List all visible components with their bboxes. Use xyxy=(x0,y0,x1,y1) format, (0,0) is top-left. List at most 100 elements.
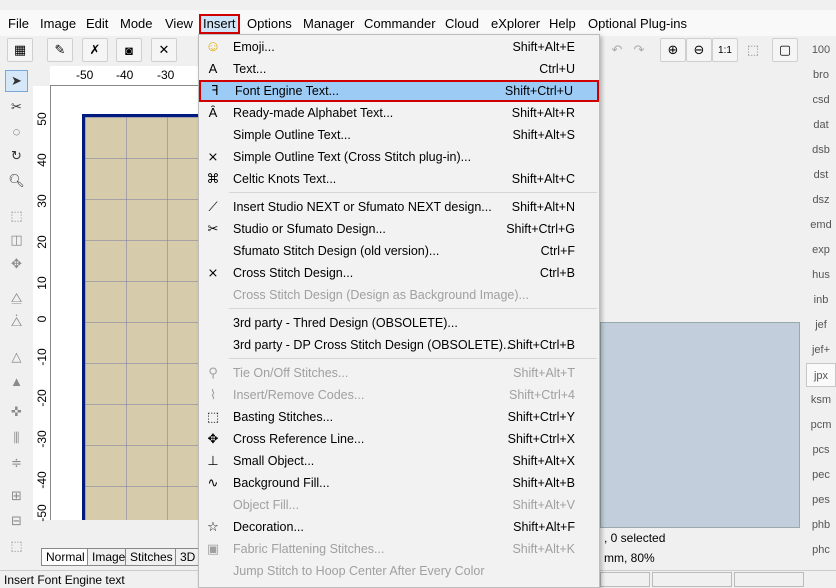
redo-icon[interactable]: ↷ xyxy=(626,38,652,62)
menu-item-insert-studio-next-or-sfumato-next-design[interactable]: ⟋ Insert Studio NEXT or Sfumato NEXT desi… xyxy=(199,196,599,218)
format-inb[interactable]: inb xyxy=(806,288,836,312)
menu-options[interactable]: Options xyxy=(246,14,293,34)
menu-item-cross-stitch-design-design-as-background-image[interactable]: Cross Stitch Design (Design as Backgroun… xyxy=(199,284,599,306)
format-dsz[interactable]: dsz xyxy=(806,188,836,212)
menu-item-text[interactable]: A Text... Ctrl+U xyxy=(199,58,599,80)
wand-cross-icon[interactable]: ✗ xyxy=(82,38,108,62)
menu-item-emoji[interactable]: ☺ Emoji... Shift+Alt+E xyxy=(199,36,599,58)
format-pcm[interactable]: pcm xyxy=(806,413,836,437)
ruler-label: 0 xyxy=(35,315,49,323)
wand-gray-icon[interactable]: ✕ xyxy=(151,38,177,62)
menu-item-cross-stitch-design[interactable]: ⨯ Cross Stitch Design... Ctrl+B xyxy=(199,262,599,284)
menu-item-insert-remove-codes[interactable]: ⌇ Insert/Remove Codes... Shift+Ctrl+4 xyxy=(199,384,599,406)
menu-commander[interactable]: Commander xyxy=(363,14,437,34)
menu-explorer[interactable]: eXplorer xyxy=(490,14,541,34)
menu-item-object-fill[interactable]: Object Fill... Shift+Alt+V xyxy=(199,494,599,516)
mirror-alt-icon[interactable]: ▲ xyxy=(5,370,28,392)
format-100[interactable]: 100 xyxy=(806,38,836,62)
camera-icon[interactable]: ◙ xyxy=(116,38,142,62)
menu-mode[interactable]: Mode xyxy=(119,14,154,34)
menu-item-small-object[interactable]: ⊥ Small Object... Shift+Alt+X xyxy=(199,450,599,472)
format-pcs[interactable]: pcs xyxy=(806,438,836,462)
hoop-view-icon[interactable]: ▢ xyxy=(772,38,798,62)
flip-horizontal-icon[interactable]: ⧋ xyxy=(5,287,28,309)
selection-info: , 0 selected xyxy=(600,528,800,548)
resize-icon[interactable]: ◫ xyxy=(5,229,28,251)
hoop-icon[interactable]: ▦ xyxy=(7,38,33,62)
format-exp[interactable]: exp xyxy=(806,238,836,262)
menu-item-celtic-knots-text[interactable]: ⌘ Celtic Knots Text... Shift+Alt+C xyxy=(199,168,599,190)
menu-optional-plugins[interactable]: Optional Plug-ins xyxy=(587,14,688,34)
flip-vertical-icon[interactable]: ⧊ xyxy=(5,311,28,333)
menu-item-3rd-party-dp-cross-stitch-design-obsolete[interactable]: 3rd party - DP Cross Stitch Design (OBSO… xyxy=(199,334,599,356)
magic-wand-icon[interactable]: ✎ xyxy=(47,38,73,62)
ungroup-icon[interactable]: ⊟ xyxy=(5,510,28,532)
menu-item-jump-stitch-to-hoop-center-after-every-color[interactable]: Jump Stitch to Hoop Center After Every C… xyxy=(199,560,599,582)
menu-item-tie-on-off-stitches[interactable]: ⚲ Tie On/Off Stitches... Shift+Alt+T xyxy=(199,362,599,384)
menu-insert[interactable]: Insert xyxy=(199,14,240,34)
mirror-icon[interactable]: △ xyxy=(5,346,28,368)
zoom-fit-icon[interactable]: ⬚ xyxy=(740,38,766,62)
freehand-select-icon[interactable]: ◌ xyxy=(5,120,28,142)
menu-item-simple-outline-text[interactable]: Simple Outline Text... Shift+Alt+S xyxy=(199,124,599,146)
format-jpx[interactable]: jpx xyxy=(806,363,836,387)
format-phb[interactable]: phb xyxy=(806,513,836,537)
menu-item-font-engine-text[interactable]: ꟻ Font Engine Text... Shift+Ctrl+U xyxy=(199,80,599,102)
menu-item-background-fill[interactable]: ∿ Background Fill... Shift+Alt+B xyxy=(199,472,599,494)
group-icon[interactable]: ⊞ xyxy=(5,485,28,507)
menu-item-fabric-flattening-stitches[interactable]: ▣ Fabric Flattening Stitches... Shift+Alt+… xyxy=(199,538,599,560)
frame-icon[interactable]: ⬚ xyxy=(5,535,28,557)
menu-item-studio-or-sfumato-design[interactable]: ✂ Studio or Sfumato Design... Shift+Ctrl+G xyxy=(199,218,599,240)
menu-edit[interactable]: Edit xyxy=(85,14,109,34)
menu-item-ready-made-alphabet-text[interactable]: Ȃ Ready-made Alphabet Text... Shift+Alt+R xyxy=(199,102,599,124)
tab-stitches[interactable]: Stitches xyxy=(125,548,178,566)
format-pes[interactable]: pes xyxy=(806,488,836,512)
format-ksm[interactable]: ksm xyxy=(806,388,836,412)
format-csd[interactable]: csd xyxy=(806,88,836,112)
align-v-icon[interactable]: ≑ xyxy=(5,452,28,474)
format-pec[interactable]: pec xyxy=(806,463,836,487)
hoop-fabric[interactable] xyxy=(82,114,200,520)
format-sidebar: 100 bro csd dat dsb dst dsz emd exp hus inb jef jef+… xyxy=(804,36,836,581)
zoom-1to1-icon[interactable]: 1:1 xyxy=(712,38,738,62)
design-canvas[interactable] xyxy=(51,86,200,520)
menu-help[interactable]: Help xyxy=(548,14,577,34)
format-emd[interactable]: emd xyxy=(806,213,836,237)
menu-manager[interactable]: Manager xyxy=(302,14,355,34)
format-bro[interactable]: bro xyxy=(806,63,836,87)
menu-file[interactable]: File xyxy=(7,14,30,34)
menu-item-shortcut: Shift+Ctrl+B xyxy=(507,338,575,352)
select-arrow-icon[interactable]: ➤ xyxy=(5,70,28,92)
menu-item-3rd-party-thred-design-obsolete[interactable]: 3rd party - Thred Design (OBSOLETE)... xyxy=(199,312,599,334)
align-h-icon[interactable]: ⫼ xyxy=(5,427,28,449)
fabric-icon: ▣ xyxy=(206,541,220,556)
menu-image[interactable]: Image xyxy=(39,14,77,34)
center-icon[interactable]: ✜ xyxy=(5,401,28,423)
zoom-out-icon[interactable]: ⊖ xyxy=(686,38,712,62)
lasso-icon[interactable]: ✂ xyxy=(5,96,28,118)
menu-cloud[interactable]: Cloud xyxy=(444,14,480,34)
menu-item-cross-reference-line[interactable]: ✥ Cross Reference Line... Shift+Ctrl+X xyxy=(199,428,599,450)
move-icon[interactable]: ✥ xyxy=(5,253,28,275)
menu-item-simple-outline-text-cross-stitch-plug-in[interactable]: ⨯ Simple Outline Text (Cross Stitch plug-… xyxy=(199,146,599,168)
format-dat[interactable]: dat xyxy=(806,113,836,137)
format-jef-plus[interactable]: jef+ xyxy=(806,338,836,362)
menu-item-sfumato-stitch-design-old-version[interactable]: Sfumato Stitch Design (old version)... Ct… xyxy=(199,240,599,262)
format-dsb[interactable]: dsb xyxy=(806,138,836,162)
menu-item-shortcut: Shift+Alt+R xyxy=(511,106,575,120)
status-segment xyxy=(652,572,732,587)
format-phc[interactable]: phc xyxy=(806,538,836,562)
rect-select-icon[interactable]: ⬚ xyxy=(5,205,28,227)
menu-item-decoration[interactable]: ☆ Decoration... Shift+Alt+F xyxy=(199,516,599,538)
format-jef[interactable]: jef xyxy=(806,313,836,337)
tab-image[interactable]: Image xyxy=(87,548,131,566)
menu-item-basting-stitches[interactable]: ⬚ Basting Stitches... Shift+Ctrl+Y xyxy=(199,406,599,428)
menu-view[interactable]: View xyxy=(164,14,194,34)
rotate-icon[interactable]: ↻ xyxy=(5,145,28,167)
format-dst[interactable]: dst xyxy=(806,163,836,187)
zoom-in-icon[interactable]: ⊕ xyxy=(660,38,686,62)
tab-normal[interactable]: Normal xyxy=(41,548,90,566)
format-hus[interactable]: hus xyxy=(806,263,836,287)
zoom-tool-icon[interactable]: 🔍︎ xyxy=(5,170,28,192)
tab-3d[interactable]: 3D xyxy=(175,548,201,566)
